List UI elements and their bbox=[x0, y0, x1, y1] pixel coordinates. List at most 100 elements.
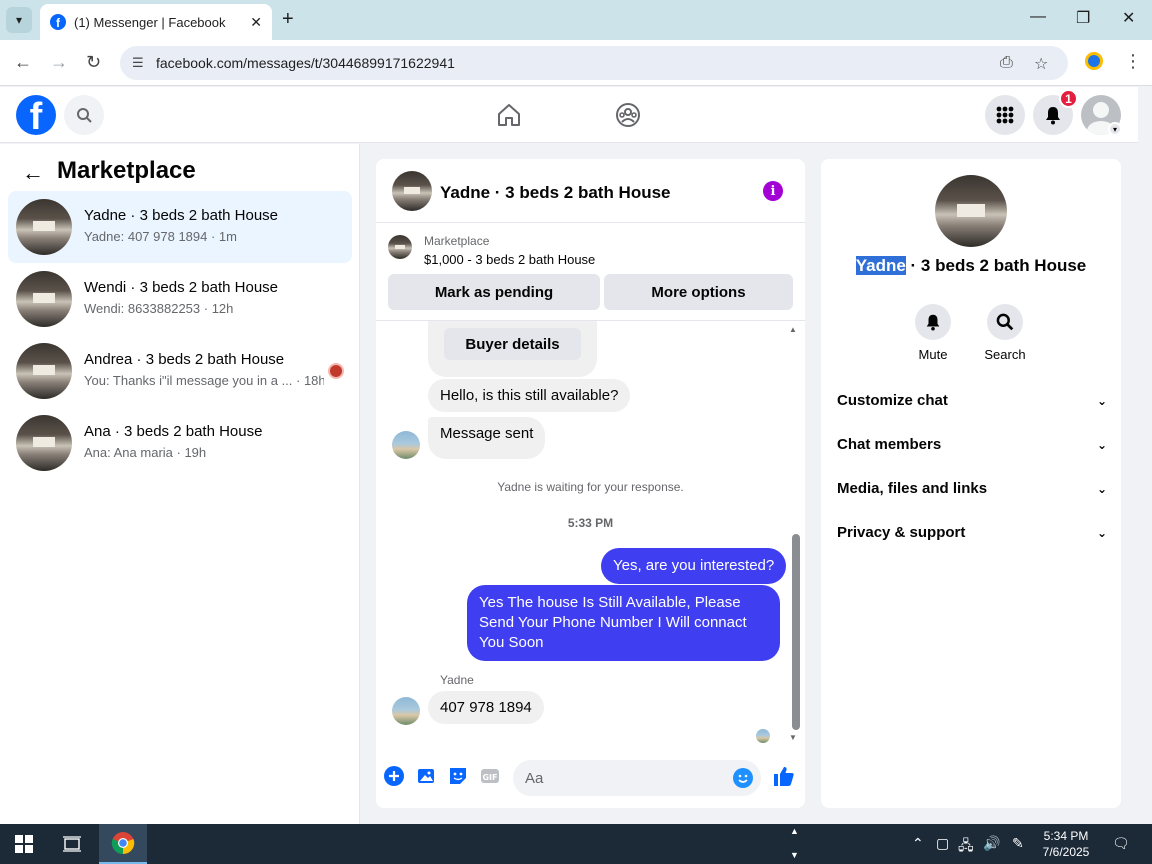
conversation-snippet: Ana: Ana maria · 19h bbox=[84, 445, 207, 460]
scroll-down-arrow-icon[interactable]: ▼ bbox=[789, 733, 797, 742]
info-icon[interactable]: i bbox=[763, 181, 783, 201]
details-title: Yadne · 3 beds 2 bath House bbox=[821, 256, 1121, 276]
browser-tab[interactable]: f (1) Messenger | Facebook ✕ bbox=[40, 4, 272, 40]
mark-as-pending-button[interactable]: Mark as pending bbox=[388, 274, 600, 310]
sender-avatar bbox=[392, 431, 420, 459]
listing-price[interactable]: $1,000 - 3 beds 2 bath House bbox=[424, 252, 595, 267]
conversation-snippet: You: Thanks i"il message you in a ... · … bbox=[84, 373, 324, 388]
media-files-links-item[interactable]: Media, files and links ⌄ bbox=[837, 480, 1107, 497]
conversation-name: Yadne · 3 beds 2 bath House bbox=[84, 207, 279, 224]
emoji-icon[interactable] bbox=[733, 768, 753, 788]
reload-icon[interactable]: ↻ bbox=[86, 52, 101, 73]
chat-scrollbar-thumb[interactable] bbox=[792, 534, 800, 730]
facebook-logo-icon[interactable]: f bbox=[16, 95, 56, 135]
extension-icon[interactable] bbox=[1085, 52, 1103, 70]
groups-icon[interactable] bbox=[614, 101, 642, 129]
chrome-taskbar-icon[interactable] bbox=[99, 824, 147, 864]
conversation-list-panel: ← Marketplace Yadne · 3 beds 2 bath Hous… bbox=[0, 144, 360, 824]
windows-taskbar: ▲ ▼ ⌃ ▢ 🖧 🔊 ✎ 5:34 PM 7/6/2025 🗨 bbox=[0, 824, 1152, 864]
conversation-item[interactable]: Yadne · 3 beds 2 bath House Yadne: 407 9… bbox=[8, 191, 352, 263]
account-chevron-icon[interactable]: ▾ bbox=[1108, 122, 1122, 136]
mute-button[interactable]: Mute bbox=[897, 304, 969, 362]
bookmark-star-icon[interactable]: ☆ bbox=[1034, 54, 1048, 74]
photo-icon[interactable] bbox=[415, 765, 437, 787]
facebook-search-icon[interactable] bbox=[64, 95, 104, 135]
start-windows-icon[interactable] bbox=[0, 824, 48, 864]
mute-bell-icon bbox=[915, 304, 951, 340]
network-icon[interactable]: 🖧 bbox=[958, 835, 974, 859]
listing-thumbnail bbox=[16, 343, 72, 399]
details-thumbnail bbox=[935, 175, 1007, 247]
back-arrow-icon[interactable]: ← bbox=[14, 52, 32, 73]
outgoing-message: Yes, are you interested? bbox=[601, 548, 787, 584]
details-name-rest: · 3 beds 2 bath House bbox=[905, 256, 1087, 275]
tray-chevron-up-icon[interactable]: ⌃ bbox=[912, 835, 924, 852]
listing-thumbnail bbox=[16, 271, 72, 327]
more-options-button[interactable]: More options bbox=[604, 274, 793, 310]
notification-badge: 1 bbox=[1059, 89, 1078, 108]
like-thumbs-up-icon[interactable] bbox=[772, 764, 796, 788]
sticker-icon[interactable] bbox=[447, 765, 469, 787]
scroll-up-arrow-icon[interactable]: ▲ bbox=[789, 325, 797, 334]
seen-avatar bbox=[328, 363, 344, 379]
conversation-item[interactable]: Andrea · 3 beds 2 bath House You: Thanks… bbox=[8, 335, 352, 407]
facebook-favicon-icon: f bbox=[50, 14, 66, 30]
menu-grid-icon[interactable] bbox=[985, 95, 1025, 135]
taskbar-scroll-up-icon[interactable]: ▲ bbox=[790, 826, 799, 836]
taskbar-scroll-down-icon[interactable]: ▼ bbox=[790, 850, 799, 860]
new-tab-plus-icon[interactable]: + bbox=[282, 8, 294, 31]
home-icon[interactable] bbox=[495, 101, 523, 129]
message-input[interactable]: Aa bbox=[513, 760, 761, 796]
back-arrow-icon[interactable]: ← bbox=[22, 160, 44, 186]
search-button[interactable]: Search bbox=[969, 304, 1041, 362]
timestamp: 5:33 PM bbox=[567, 516, 614, 530]
minimize-icon[interactable]: — bbox=[1030, 8, 1046, 26]
sender-name: Yadne bbox=[440, 673, 474, 687]
message-composer: GIF Aa bbox=[376, 755, 805, 803]
conversation-name: Ana · 3 beds 2 bath House bbox=[84, 423, 263, 440]
chat-details-panel: Yadne · 3 beds 2 bath House Mute Search … bbox=[821, 159, 1121, 808]
pen-icon[interactable]: ✎ bbox=[1012, 835, 1024, 852]
task-view-icon[interactable] bbox=[50, 824, 94, 864]
page-scrollbar[interactable] bbox=[1138, 143, 1152, 824]
customize-chat-item[interactable]: Customize chat ⌄ bbox=[837, 392, 1107, 409]
privacy-support-item[interactable]: Privacy & support ⌄ bbox=[837, 524, 1107, 541]
chat-thumbnail[interactable] bbox=[392, 171, 432, 211]
taskbar-clock[interactable]: 5:34 PM 7/6/2025 bbox=[1030, 828, 1102, 860]
clock-time: 5:34 PM bbox=[1043, 829, 1089, 843]
tab-title: (1) Messenger | Facebook bbox=[74, 14, 226, 30]
tab-close-icon[interactable]: ✕ bbox=[250, 14, 262, 31]
restore-icon[interactable]: ❐ bbox=[1076, 8, 1090, 28]
svg-text:GIF: GIF bbox=[482, 773, 497, 782]
conversation-name: Andrea · 3 beds 2 bath House bbox=[84, 351, 285, 368]
buyer-details-button[interactable]: Buyer details bbox=[444, 328, 581, 360]
chat-title[interactable]: Yadne · 3 beds 2 bath House bbox=[440, 183, 671, 203]
gif-icon[interactable]: GIF bbox=[479, 765, 501, 787]
chat-members-item[interactable]: Chat members ⌄ bbox=[837, 436, 1107, 453]
window-close-icon[interactable]: ✕ bbox=[1122, 8, 1135, 28]
incoming-message: 407 978 1894 bbox=[428, 691, 544, 724]
meet-now-icon[interactable]: ▢ bbox=[936, 835, 949, 852]
message-thread: Buyer details Hello, is this still avail… bbox=[376, 321, 805, 745]
chrome-menu-icon[interactable]: ⋮ bbox=[1124, 51, 1142, 72]
conversation-item[interactable]: Wendi · 3 beds 2 bath House Wendi: 86338… bbox=[8, 263, 352, 335]
url-text: facebook.com/messages/t/3044689917162294… bbox=[156, 55, 455, 71]
action-center-icon[interactable]: 🗨 bbox=[1112, 835, 1130, 852]
address-bar[interactable]: ☰ facebook.com/messages/t/30446899171622… bbox=[120, 46, 1068, 80]
page-title: Marketplace bbox=[57, 157, 196, 184]
waiting-notice: Yadne is waiting for your response. bbox=[497, 480, 684, 494]
install-app-icon[interactable]: ⎙ bbox=[1000, 54, 1013, 72]
conversation-snippet: Wendi: 8633882253 · 12h bbox=[84, 301, 234, 316]
volume-icon[interactable]: 🔊 bbox=[983, 835, 1000, 852]
conversation-item[interactable]: Ana · 3 beds 2 bath House Ana: Ana maria… bbox=[8, 407, 352, 479]
forward-arrow-icon[interactable]: → bbox=[50, 52, 68, 73]
site-settings-icon[interactable]: ☰ bbox=[132, 55, 144, 71]
tab-search-chevron-icon[interactable]: ▾ bbox=[6, 7, 32, 33]
browser-tab-strip: ▾ f (1) Messenger | Facebook ✕ + — ❐ ✕ bbox=[0, 0, 1152, 40]
facebook-header: f bbox=[0, 87, 1138, 143]
chat-window: Yadne · 3 beds 2 bath House i Marketplac… bbox=[376, 159, 805, 808]
chevron-down-icon: ⌄ bbox=[1096, 437, 1107, 452]
details-name-highlight: Yadne bbox=[855, 256, 906, 275]
browser-toolbar: ← → ↻ ☰ facebook.com/messages/t/30446899… bbox=[0, 40, 1152, 86]
add-plus-icon[interactable] bbox=[383, 765, 405, 787]
